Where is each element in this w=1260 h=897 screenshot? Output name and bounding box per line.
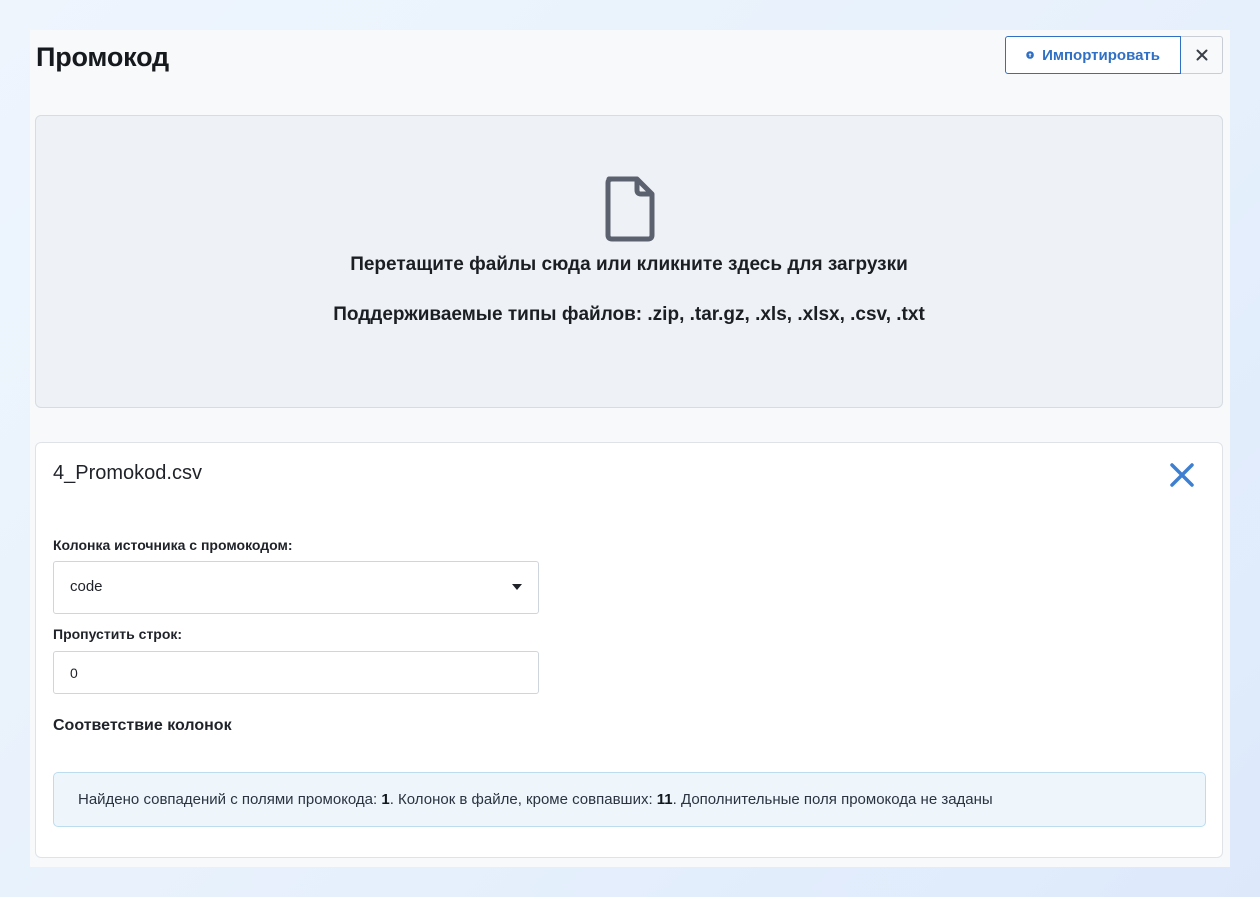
column-mapping-heading: Соответствие колонок — [53, 717, 232, 734]
caret-down-icon — [512, 584, 522, 590]
info-text-prefix: Найдено совпадений с полями промокода: — [78, 791, 382, 808]
skip-rows-label: Пропустить строк: — [53, 626, 183, 642]
file-card: 4_Promokod.csv Колонка источника с промо… — [35, 442, 1223, 858]
file-name: 4_Promokod.csv — [53, 462, 202, 484]
import-panel: Промокод Импортировать Перетащите файлы … — [30, 30, 1230, 867]
remove-file-button[interactable] — [1168, 461, 1196, 489]
upload-circle-icon — [1026, 51, 1034, 59]
mapping-info-alert: Найдено совпадений с полями промокода: 1… — [53, 772, 1206, 827]
import-button-label: Импортировать — [1042, 46, 1160, 64]
skip-rows-input[interactable] — [53, 651, 539, 694]
source-column-label: Колонка источника с промокодом: — [53, 537, 293, 553]
matches-count: 1 — [381, 791, 390, 808]
info-text-suffix: . Дополнительные поля промокода не задан… — [672, 791, 993, 808]
file-icon — [605, 176, 655, 242]
dropzone-supported-types: Поддерживаемые типы файлов: .zip, .tar.g… — [333, 304, 925, 325]
source-column-select[interactable]: code — [53, 561, 539, 614]
other-columns-count: 11 — [656, 791, 673, 808]
file-dropzone[interactable]: Перетащите файлы сюда или кликните здесь… — [35, 115, 1223, 408]
header-actions: Импортировать — [1005, 36, 1223, 74]
close-button[interactable] — [1181, 36, 1223, 74]
page-title: Промокод — [36, 42, 169, 72]
close-icon — [1196, 49, 1207, 61]
source-column-value: code — [70, 578, 103, 595]
close-icon — [1170, 463, 1194, 487]
info-text-middle: . Колонок в файле, кроме совпавших: — [389, 791, 657, 808]
dropzone-title: Перетащите файлы сюда или кликните здесь… — [350, 254, 908, 275]
import-button[interactable]: Импортировать — [1005, 36, 1181, 74]
